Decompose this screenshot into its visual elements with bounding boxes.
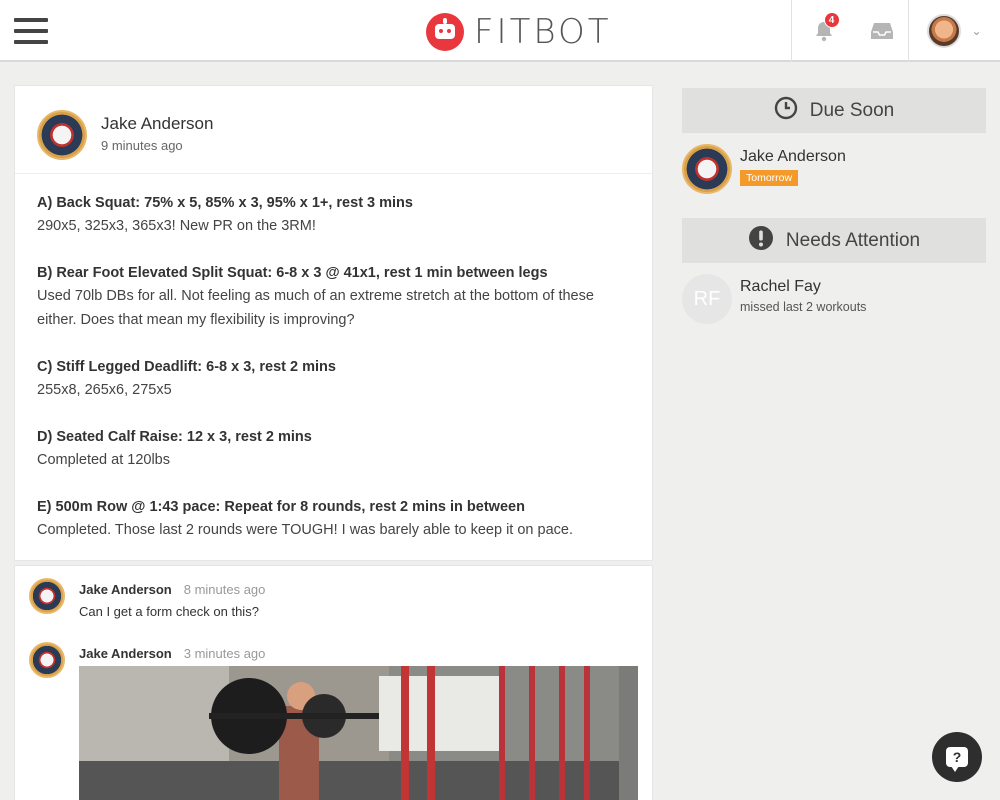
avatar[interactable] [37,110,87,160]
section-title: B) Rear Foot Elevated Split Squat: 6-8 x… [37,265,548,281]
menu-icon[interactable] [14,18,48,44]
due-soon-title: Due Soon [809,99,895,121]
comment-timestamp: 8 minutes ago [183,582,266,597]
user-menu[interactable]: ⌄ [908,0,1000,62]
section-title: C) Stiff Legged Deadlift: 6-8 x 3, rest … [37,359,336,375]
video-attachment[interactable] [79,666,638,800]
due-soon-item[interactable]: Jake Anderson Tomorrow [682,144,986,198]
post-body: A) Back Squat: 75% x 5, 85% x 3, 95% x 1… [15,174,652,542]
comment-author[interactable]: Jake Anderson [79,582,172,597]
notification-badge: 4 [823,12,840,28]
section-title: A) Back Squat: 75% x 5, 85% x 3, 95% x 1… [37,195,413,211]
avatar[interactable] [29,642,65,678]
workout-post: Jake Anderson 9 minutes ago A) Back Squa… [14,85,653,561]
section-text: Completed at 120lbs [37,452,170,468]
clock-icon [774,96,798,126]
gym-video-frame [79,666,638,800]
comment-text: Can I get a form check on this? [79,604,259,619]
chat-help-icon: ? [946,747,968,772]
brand-name: FITBOT [474,12,612,52]
section-text: Completed. Those last 2 rounds were TOUG… [37,522,573,538]
workout-section: D) Seated Calf Raise: 12 x 3, rest 2 min… [37,426,630,472]
section-title: E) 500m Row @ 1:43 pace: Repeat for 8 ro… [37,499,525,515]
workout-section: A) Back Squat: 75% x 5, 85% x 3, 95% x 1… [37,192,630,238]
post-header: Jake Anderson 9 minutes ago [15,86,652,174]
alert-icon [748,225,774,257]
comment-author[interactable]: Jake Anderson [79,646,172,661]
person-name: Rachel Fay [740,278,821,295]
needs-attention-header: Needs Attention [682,218,986,263]
post-author[interactable]: Jake Anderson [101,114,213,134]
comment: Jake Anderson 8 minutes ago Can I get a f… [15,566,652,630]
section-text: Used 70lb DBs for all. Not feeling as mu… [37,288,594,328]
comment-meta: Jake Anderson 8 minutes ago [79,582,265,597]
workout-section: B) Rear Foot Elevated Split Squat: 6-8 x… [37,262,630,332]
due-tag: Tomorrow [740,170,799,186]
fitbot-logo-icon [426,13,464,51]
needs-attention-item[interactable]: RF Rachel Fay missed last 2 workouts [682,274,986,328]
avatar[interactable] [29,578,65,614]
top-bar: FITBOT 4 ⌄ [0,0,1000,62]
help-button[interactable]: ? [932,732,982,782]
comment-timestamp: 3 minutes ago [183,646,266,661]
brand[interactable]: FITBOT [426,12,612,52]
person-name: Jake Anderson [740,148,846,165]
bell-icon: 4 [812,12,840,43]
due-soon-header: Due Soon [682,88,986,133]
chevron-down-icon: ⌄ [971,24,982,38]
needs-attention-title: Needs Attention [785,229,921,251]
comment-meta: Jake Anderson 3 minutes ago [79,646,265,661]
notifications-button[interactable]: 4 [791,0,855,62]
inbox-icon [870,21,894,41]
section-text: 255x8, 265x6, 275x5 [37,382,172,398]
initials-avatar: RF [682,274,732,324]
workout-section: E) 500m Row @ 1:43 pace: Repeat for 8 ro… [37,496,630,542]
section-text: 290x5, 325x3, 365x3! New PR on the 3RM! [37,218,316,234]
section-title: D) Seated Calf Raise: 12 x 3, rest 2 min… [37,429,312,445]
post-timestamp: 9 minutes ago [101,138,183,153]
inbox-button[interactable] [855,0,908,62]
attention-note: missed last 2 workouts [740,300,867,314]
avatar [682,144,732,194]
workout-section: C) Stiff Legged Deadlift: 6-8 x 3, rest … [37,356,630,402]
avatar [927,14,962,48]
top-right-controls: 4 ⌄ [791,0,1000,62]
comment-thread: Jake Anderson 8 minutes ago Can I get a f… [14,565,653,800]
